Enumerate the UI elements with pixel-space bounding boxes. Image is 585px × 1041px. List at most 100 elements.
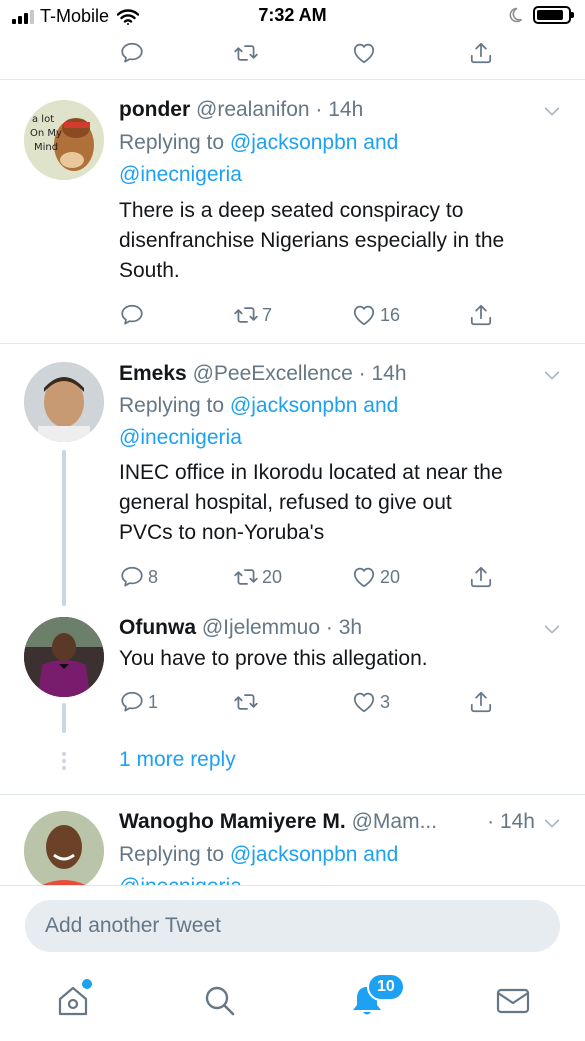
retweet-icon xyxy=(233,40,259,66)
reply-icon xyxy=(119,40,145,66)
tab-home[interactable] xyxy=(55,979,92,1019)
previous-tweet-actions xyxy=(0,32,585,80)
retweet-icon xyxy=(233,564,259,590)
retweet-icon xyxy=(233,689,259,715)
tab-notifications[interactable]: 10 xyxy=(349,973,405,1019)
tweet-wanogho[interactable]: Wanogho Mamiyere M. @Mam... · 14h Replyi… xyxy=(0,795,585,885)
reply-button[interactable] xyxy=(119,40,145,66)
user-handle[interactable]: @Mam... xyxy=(352,810,438,833)
display-name[interactable]: Wanogho Mamiyere M. xyxy=(119,810,346,833)
heart-icon xyxy=(351,564,377,590)
status-bar: T-Mobile 7:32 AM xyxy=(0,0,585,32)
search-icon xyxy=(205,986,235,1016)
tweet-ofunwa[interactable]: Ofunwa @Ijelemmuo · 3h You have to prove… xyxy=(0,609,585,739)
retweet-button[interactable] xyxy=(233,689,259,715)
tab-bar: 10 xyxy=(0,957,585,1041)
reply-icon xyxy=(119,302,145,328)
retweet-count: 20 xyxy=(262,566,283,587)
like-button[interactable] xyxy=(351,40,377,66)
user-handle[interactable]: @realanifon xyxy=(196,98,310,121)
mention-link[interactable]: @inecnigeria xyxy=(119,426,242,449)
more-replies-link[interactable]: 1 more reply xyxy=(119,748,236,772)
retweet-button[interactable]: 7 xyxy=(233,302,272,328)
timestamp: · 14h xyxy=(487,810,535,833)
tweet-emeks[interactable]: Emeks @PeeExcellence · 14h Replying to @… xyxy=(0,344,585,609)
clock: 7:32 AM xyxy=(258,5,327,25)
display-name[interactable]: Ofunwa xyxy=(119,616,196,639)
thread-dots xyxy=(62,752,66,773)
retweet-count: 7 xyxy=(262,304,273,325)
share-icon xyxy=(468,302,494,328)
compose-bar xyxy=(0,885,585,957)
reply-button[interactable]: 8 xyxy=(119,564,158,590)
chevron-down-icon[interactable] xyxy=(541,812,563,834)
svg-text:Mind: Mind xyxy=(34,142,58,153)
avatar-image xyxy=(24,811,104,885)
retweet-icon xyxy=(233,302,259,328)
like-count: 3 xyxy=(380,691,391,712)
replying-to: Replying to @jacksonpbn and @inecnigeria xyxy=(119,394,399,449)
tab-messages[interactable] xyxy=(495,983,531,1019)
user-handle[interactable]: @PeeExcellence xyxy=(193,362,353,385)
avatar[interactable]: a lot On My Mind xyxy=(24,100,104,180)
tweet-text: There is a deep seated conspiracy to dis… xyxy=(119,199,505,282)
timestamp: · 14h xyxy=(358,362,407,385)
tweet-text: INEC office in Ikorodu located at near t… xyxy=(119,461,503,544)
avatar-image xyxy=(24,362,104,442)
share-button[interactable] xyxy=(468,564,494,590)
status-right xyxy=(507,6,574,24)
retweet-button[interactable] xyxy=(233,40,259,66)
share-icon xyxy=(468,564,494,590)
share-button[interactable] xyxy=(468,302,494,328)
battery-icon xyxy=(533,6,574,24)
tweet-header: Emeks @PeeExcellence · 14h xyxy=(119,361,545,387)
heart-icon xyxy=(351,302,377,328)
display-name[interactable]: Emeks xyxy=(119,362,187,385)
mention-link[interactable]: @jacksonpbn and xyxy=(230,843,398,866)
avatar-image xyxy=(24,617,104,697)
timestamp: · 3h xyxy=(325,616,363,639)
retweet-button[interactable]: 20 xyxy=(233,564,282,590)
mention-link[interactable]: @jacksonpbn and xyxy=(230,131,398,154)
reply-icon xyxy=(119,564,145,590)
svg-text:On My: On My xyxy=(30,128,62,139)
display-name[interactable]: ponder xyxy=(119,98,190,121)
like-button[interactable]: 20 xyxy=(351,564,400,590)
heart-icon xyxy=(351,689,377,715)
reply-button[interactable]: 1 xyxy=(119,689,158,715)
mention-link[interactable]: @inecnigeria xyxy=(119,875,242,885)
heart-icon xyxy=(351,40,377,66)
share-button[interactable] xyxy=(468,40,494,66)
tweet-text: You have to prove this allegation. xyxy=(119,647,428,670)
avatar[interactable] xyxy=(24,811,104,885)
share-button[interactable] xyxy=(468,689,494,715)
chevron-down-icon[interactable] xyxy=(541,100,563,122)
thread-line xyxy=(62,703,66,733)
user-handle[interactable]: @Ijelemmuo xyxy=(202,616,320,639)
reply-button[interactable] xyxy=(119,302,145,328)
tweet-header: ponder @realanifon · 14h xyxy=(119,97,545,123)
mention-link[interactable]: @inecnigeria xyxy=(119,163,242,186)
reply-icon xyxy=(119,689,145,715)
chevron-down-icon[interactable] xyxy=(541,364,563,386)
avatar[interactable] xyxy=(24,362,104,442)
reply-count: 1 xyxy=(148,691,159,712)
mail-icon xyxy=(496,988,530,1014)
notifications-badge: 10 xyxy=(367,973,405,1001)
tweet-header: Wanogho Mamiyere M. @Mam... xyxy=(119,809,505,835)
new-content-dot xyxy=(82,979,92,989)
replying-to: Replying to @jacksonpbn and @inecnigeria xyxy=(119,839,565,885)
like-button[interactable]: 3 xyxy=(351,689,390,715)
tweet-ponder[interactable]: a lot On My Mind ponder @realanifon · 14… xyxy=(0,80,585,344)
add-tweet-input[interactable] xyxy=(25,900,560,952)
like-button[interactable]: 16 xyxy=(351,302,400,328)
avatar[interactable] xyxy=(24,617,104,697)
thread-line xyxy=(62,450,66,606)
svg-text:a lot: a lot xyxy=(32,114,54,125)
mention-link[interactable]: @jacksonpbn and xyxy=(230,394,398,417)
tab-search[interactable] xyxy=(202,983,238,1019)
like-count: 20 xyxy=(380,566,401,587)
moon-icon xyxy=(509,7,523,23)
reply-count: 8 xyxy=(148,566,159,587)
chevron-down-icon[interactable] xyxy=(541,618,563,640)
